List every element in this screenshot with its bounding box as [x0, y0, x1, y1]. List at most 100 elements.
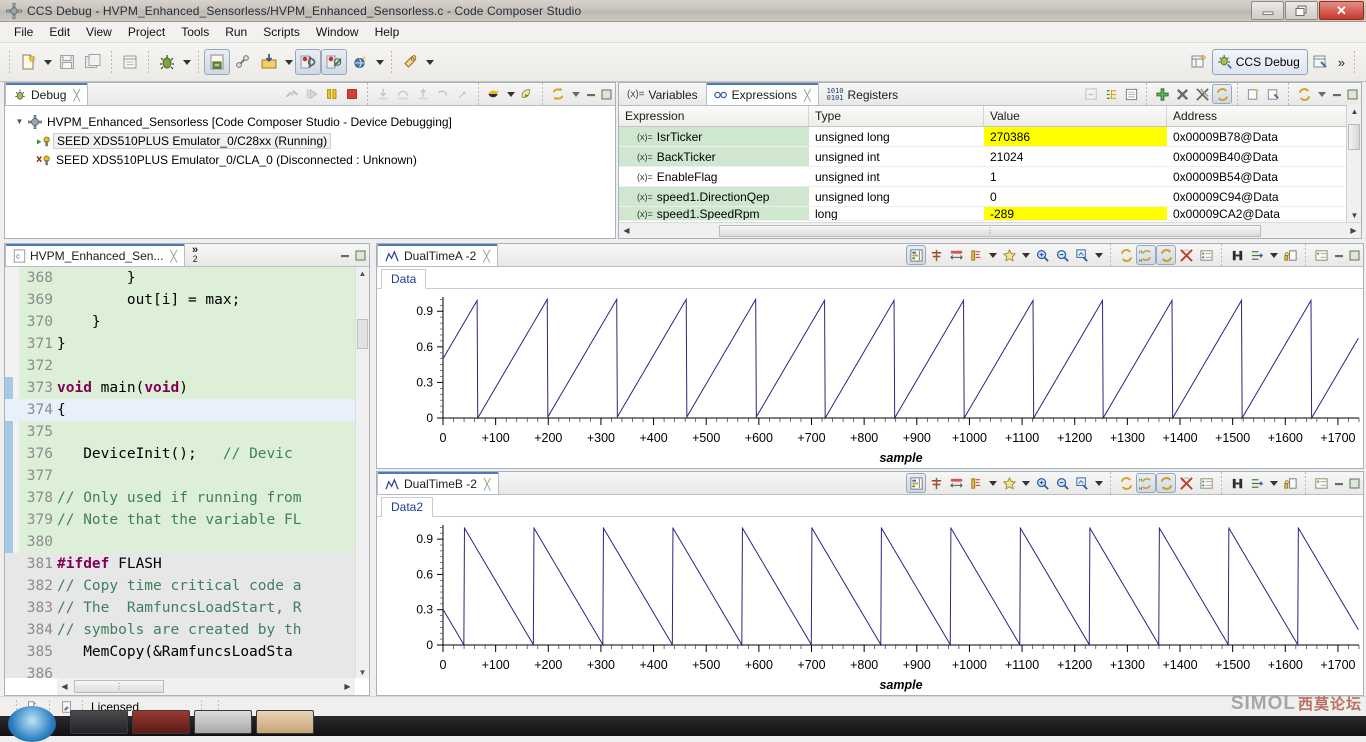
scroll-left-icon[interactable]: ◀ — [57, 680, 72, 694]
tab-dualtimeb[interactable]: DualTimeB -2 ╳ — [377, 472, 499, 494]
add-marker-dropdown-icon[interactable] — [1019, 470, 1032, 496]
table-row[interactable]: (x)= speed1.DirectionQep unsigned long 0 … — [619, 187, 1361, 207]
code-line[interactable]: 382// Copy time critical code a — [5, 575, 369, 597]
link-debug-icon[interactable] — [1294, 84, 1314, 104]
breakpoint-toggle-icon[interactable] — [295, 49, 321, 75]
remove-all-icon[interactable] — [1192, 84, 1212, 104]
continuous-refresh-h-icon[interactable]: HH — [1136, 245, 1156, 265]
start-button[interactable] — [8, 706, 56, 742]
code-line[interactable]: 384// symbols are created by th — [5, 619, 369, 641]
zoom-fit-icon[interactable] — [1072, 473, 1092, 493]
zoom-in-icon[interactable] — [1032, 473, 1052, 493]
code-line[interactable]: 369 out[i] = max; — [5, 289, 369, 311]
scrollbar-thumb[interactable]: ⋮ — [74, 680, 164, 693]
build-icon[interactable] — [204, 49, 230, 75]
collapse-icon[interactable] — [1121, 84, 1141, 104]
marker-icon[interactable] — [966, 473, 986, 493]
scroll-right-icon[interactable]: ▶ — [1346, 224, 1361, 238]
zoom-dropdown-icon[interactable] — [1092, 242, 1105, 268]
code-line[interactable]: 383// The RamfuncsLoadStart, R — [5, 597, 369, 619]
graph-a-plot[interactable]: 0 0.3 0.6 0.9 0 +100 +200 +300 +400 +500 +600 +700 +… — [377, 289, 1363, 468]
suspend-icon[interactable] — [322, 84, 342, 104]
debug-tree-row-c28xx[interactable]: SEED XDS510PLUS Emulator_0/C28xx (Runnin… — [9, 131, 611, 150]
import-icon[interactable] — [256, 49, 282, 75]
cell-value[interactable]: 21024 — [984, 147, 1167, 166]
zoom-out-icon[interactable] — [1052, 245, 1072, 265]
code-line[interactable]: 381 #ifdef FLASH — [5, 553, 369, 575]
minimize-button[interactable] — [1251, 1, 1284, 20]
perspective-overflow-icon[interactable]: » — [1334, 55, 1349, 70]
code-line[interactable]: 370 } — [5, 311, 369, 333]
maximize-icon[interactable] — [1346, 474, 1361, 492]
graph-b-plot[interactable]: 0 0.3 0.6 0.9 0 +100 +200 +300 +400 +500 +600 +700 +… — [377, 517, 1363, 695]
collapse-all-icon[interactable] — [1081, 84, 1101, 104]
step-back-icon[interactable] — [433, 84, 453, 104]
step-into-icon[interactable] — [373, 84, 393, 104]
view-menu-icon[interactable] — [1314, 85, 1329, 103]
menu-item-help[interactable]: Help — [367, 23, 408, 41]
debug-icon[interactable] — [154, 49, 180, 75]
delete-graph-icon[interactable] — [1176, 245, 1196, 265]
scrollbar-track[interactable]: ⋮ — [634, 224, 1346, 238]
refresh-expressions-icon[interactable] — [1212, 84, 1232, 104]
lock-icon[interactable] — [1280, 245, 1300, 265]
code-line[interactable]: 379// Note that the variable FL — [5, 509, 369, 531]
terminate-icon[interactable] — [342, 84, 362, 104]
marker-dropdown-icon[interactable] — [986, 470, 999, 496]
save-icon[interactable] — [54, 49, 80, 75]
minimize-icon[interactable] — [1329, 85, 1344, 103]
scrollbar-thumb[interactable] — [357, 319, 368, 349]
measurement-icon[interactable] — [946, 245, 966, 265]
close-icon[interactable]: ╳ — [484, 478, 491, 491]
graph-properties-icon[interactable] — [906, 473, 926, 493]
cell-value[interactable]: 270386 — [984, 127, 1167, 146]
settings-icon[interactable] — [1311, 245, 1331, 265]
export-dropdown-icon[interactable] — [1267, 470, 1280, 496]
scroll-down-icon[interactable]: ▼ — [356, 666, 369, 678]
run-icon[interactable] — [397, 49, 423, 75]
table-row[interactable]: (x)= speed1.SpeedRpm long -289 0x00009CA2… — [619, 207, 1361, 221]
table-row[interactable]: (x)= IsrTicker unsigned long 270386 0x000… — [619, 127, 1361, 147]
align-icon[interactable] — [926, 245, 946, 265]
new-file-icon[interactable] — [15, 49, 41, 75]
breakpoint-skip-icon[interactable] — [321, 49, 347, 75]
maximize-icon[interactable] — [1346, 246, 1361, 264]
search-icon[interactable] — [1227, 473, 1247, 493]
code-line[interactable]: 375 — [5, 421, 369, 443]
open-perspective-icon[interactable] — [1186, 49, 1212, 75]
menu-item-view[interactable]: View — [78, 23, 120, 41]
menu-item-scripts[interactable]: Scripts — [255, 23, 308, 41]
globe-dropdown-icon[interactable] — [373, 49, 386, 75]
export-icon[interactable] — [1247, 245, 1267, 265]
delete-graph-icon[interactable] — [1176, 473, 1196, 493]
scroll-right-icon[interactable]: ▶ — [340, 680, 355, 694]
maximize-icon[interactable] — [598, 85, 613, 103]
tab-dualtimea[interactable]: DualTimeA -2 ╳ — [377, 244, 498, 266]
taskbar-item[interactable] — [256, 710, 314, 734]
cell-value[interactable]: -289 — [984, 207, 1167, 220]
taskbar-item[interactable] — [132, 710, 190, 734]
legend-icon[interactable] — [1196, 473, 1216, 493]
globe-icon[interactable] — [347, 49, 373, 75]
remove-expression-icon[interactable] — [1172, 84, 1192, 104]
add-marker-icon[interactable] — [999, 245, 1019, 265]
view-menu-icon[interactable] — [568, 85, 583, 103]
code-line[interactable]: 377 — [5, 465, 369, 487]
table-row[interactable]: (x)= EnableFlag unsigned int 1 0x00009B54… — [619, 167, 1361, 187]
add-marker-icon[interactable] — [999, 473, 1019, 493]
open-resource-icon[interactable] — [117, 49, 143, 75]
perspective-ccs-debug[interactable]: CCS Debug — [1211, 49, 1308, 75]
marker-dropdown-icon[interactable] — [986, 242, 999, 268]
code-line[interactable]: 374{ — [5, 399, 369, 421]
run-dropdown-icon[interactable] — [423, 49, 436, 75]
minimize-icon[interactable] — [1331, 246, 1346, 264]
tab-expressions[interactable]: Expressions ╳ — [705, 83, 819, 105]
column-header-address[interactable]: Address — [1167, 106, 1361, 126]
lock-icon[interactable] — [1280, 473, 1300, 493]
add-expression-icon[interactable] — [1152, 84, 1172, 104]
tab-variables[interactable]: (x)= Variables — [619, 83, 706, 105]
connect-dropdown-icon[interactable] — [504, 81, 517, 107]
code-line[interactable]: 380 — [5, 531, 369, 553]
import-dropdown-icon[interactable] — [282, 49, 295, 75]
column-header-type[interactable]: Type — [809, 106, 984, 126]
